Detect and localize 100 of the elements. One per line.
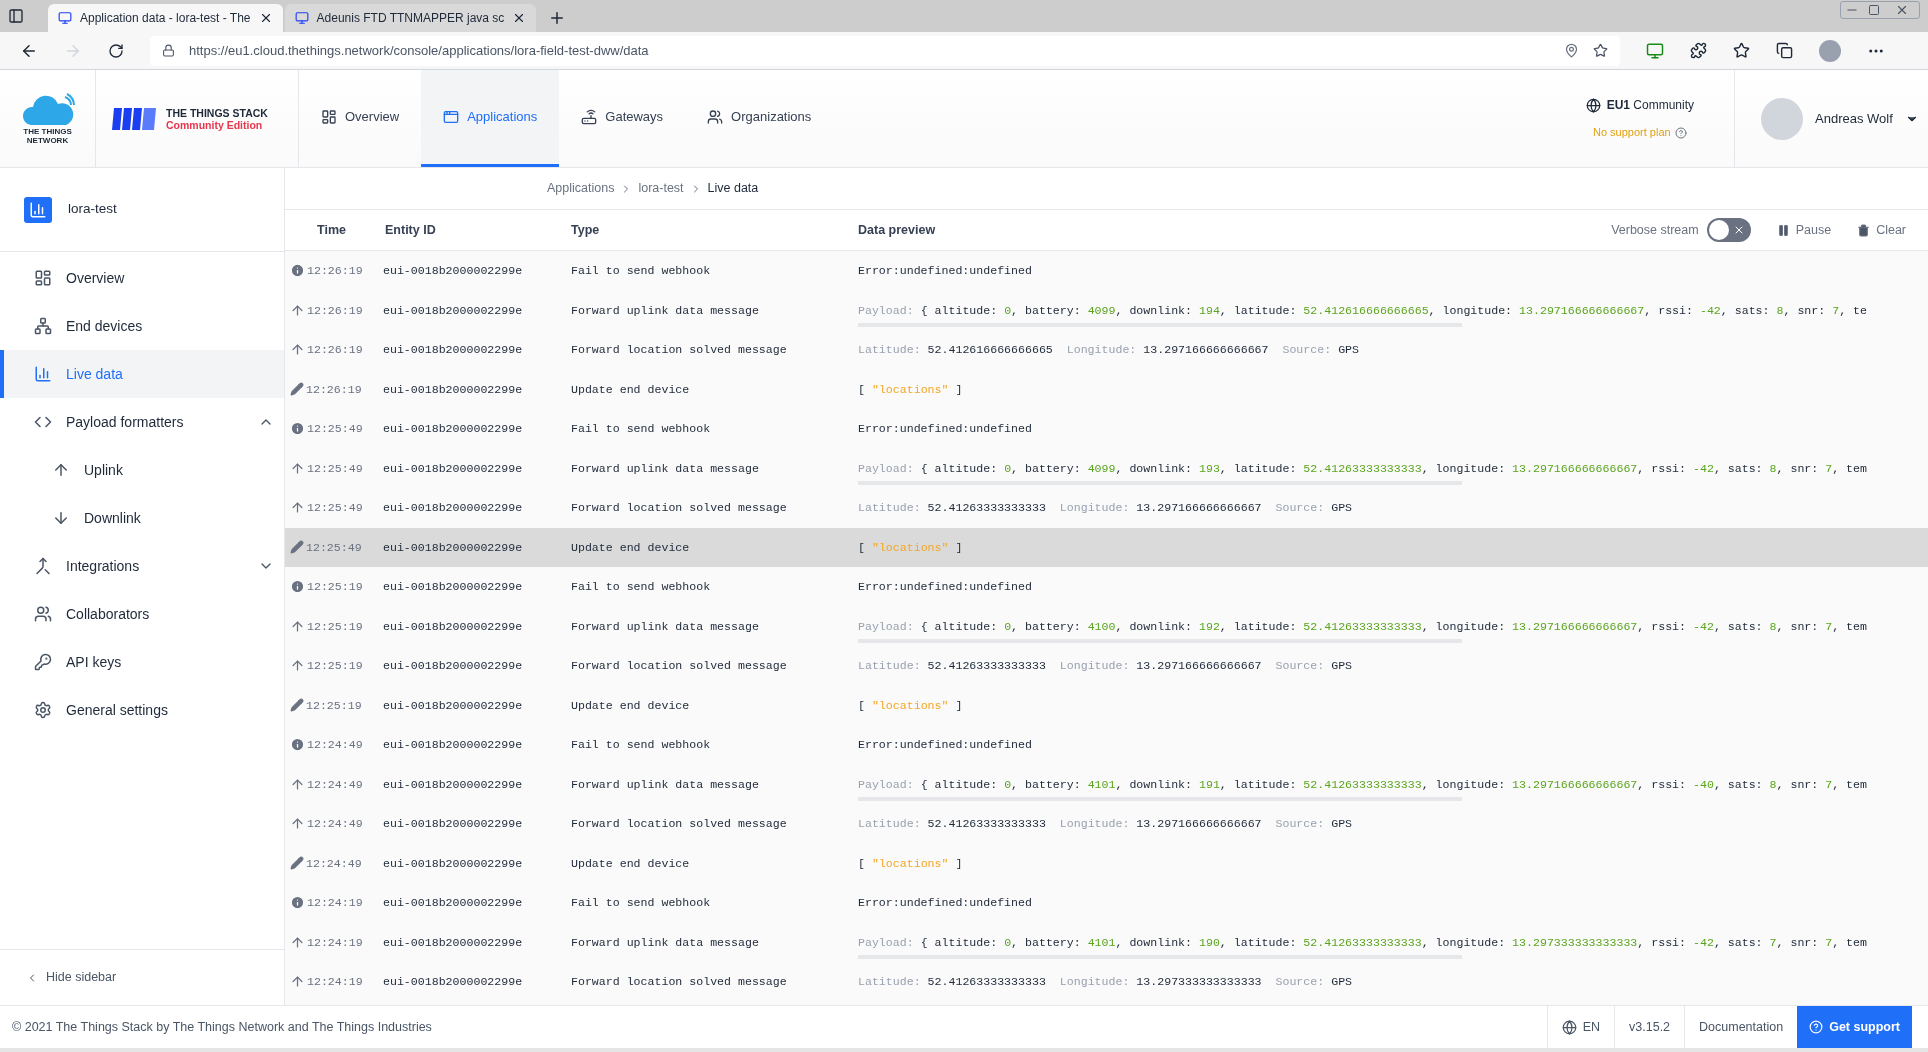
sidebar-item[interactable]: Overview <box>0 254 284 302</box>
time-cell-text: 12:24:19 <box>307 934 363 951</box>
type-cell-text: Forward uplink data message <box>571 302 760 319</box>
address-bar[interactable]: https://eu1.cloud.thethings.network/console/applications/lora-field-test-dww/data <box>150 35 1620 66</box>
clear-button[interactable]: Clear <box>1857 220 1906 240</box>
payload-preview: Payload: { altitude: 0, battery: 4100, downlink: 192, latitude: 52.41263333333333, longitude: 13.297166666666667, rssi: -42, sats: 8, snr: 7, tem <box>858 618 1868 635</box>
entity-cell-text: eui-0018b2000002299e <box>382 302 524 319</box>
entity-cell-text: eui-0018b2000002299e <box>382 737 524 754</box>
entity-cell-text: eui-0018b2000002299e <box>382 460 524 477</box>
sidebar-item[interactable]: Downlink <box>0 494 284 542</box>
collections-icon[interactable] <box>1776 42 1793 59</box>
sidebar-item[interactable]: Live data <box>0 350 284 398</box>
item-icon <box>34 653 52 671</box>
time-cell-text: 12:26:19 <box>307 342 363 359</box>
type-cell-text: Forward uplink data message <box>571 776 760 793</box>
item-icon <box>34 365 52 383</box>
extensions-icon[interactable] <box>1690 42 1707 59</box>
globe-icon <box>1561 1019 1577 1035</box>
payload-preview: Payload: { altitude: 0, battery: 4099, downlink: 194, latitude: 52.412616666666665, longitude: 13.297166666666667, rssi: -42, sats: 8, snr: 7, te <box>858 302 1868 319</box>
entity-cell-text: eui-0018b2000002299e <box>382 816 524 833</box>
nav-icon <box>581 109 598 125</box>
help-icon[interactable] <box>1674 126 1687 139</box>
time-cell-text: 12:24:49 <box>307 816 363 833</box>
entity-cell-text: eui-0018b2000002299e <box>382 500 524 517</box>
breadcrumb-item[interactable]: lora-test <box>638 179 684 198</box>
type-cell-text: Fail to send webhook <box>571 895 712 912</box>
app-name: lora-test <box>68 200 117 219</box>
reload-icon[interactable] <box>108 42 124 59</box>
tab-title: Adeunis FTD TTNMAPPER java sc <box>316 10 505 27</box>
trash-icon <box>1857 223 1871 237</box>
time-cell-text: 12:24:49 <box>307 737 363 754</box>
pause-button[interactable]: Pause <box>1776 220 1832 240</box>
browser-tab[interactable]: Adeunis FTD TTNMAPPER java sc <box>284 4 537 32</box>
sidebar-item[interactable]: Integrations <box>0 542 284 590</box>
type-cell-text: Forward uplink data message <box>571 934 760 951</box>
favorite-icon[interactable] <box>1593 43 1608 58</box>
sidebar-item[interactable]: Uplink <box>0 446 284 494</box>
time-cell-text: 12:26:19 <box>307 263 363 280</box>
data-preview: Error:undefined:undefined <box>858 580 1032 594</box>
nav-tab[interactable]: Overview <box>299 70 422 167</box>
verbose-toggle[interactable] <box>1706 218 1751 242</box>
entity-cell-text: eui-0018b2000002299e <box>382 658 524 675</box>
payload-preview: Payload: { altitude: 0, battery: 4099, downlink: 193, latitude: 52.41263333333333, longitude: 13.297166666666667, rssi: -42, sats: 8, snr: 7, tem <box>858 460 1868 477</box>
globe-icon <box>1585 97 1601 113</box>
column-header: Entity ID <box>384 221 437 239</box>
type-cell-text: Forward location solved message <box>571 658 788 675</box>
item-icon <box>34 317 52 335</box>
type-cell-text: Forward uplink data message <box>571 460 760 477</box>
logo-text: THE THINGS <box>23 126 72 136</box>
nav-tab[interactable]: Gateways <box>559 70 686 167</box>
data-preview: Error:undefined:undefined <box>858 422 1032 436</box>
entity-cell-text: eui-0018b2000002299e <box>382 697 524 714</box>
data-preview: [ "locations" ] <box>858 382 963 396</box>
type-cell-text: Forward location solved message <box>571 816 788 833</box>
item-icon <box>34 269 52 287</box>
tab-actions-icon[interactable] <box>8 8 24 24</box>
item-icon <box>34 605 52 623</box>
pencil-icon <box>290 540 304 555</box>
favorites-icon[interactable] <box>1733 42 1750 59</box>
logo-text: NETWORK <box>26 135 69 145</box>
lock-icon <box>162 44 175 57</box>
time-cell-text: 12:26:19 <box>306 381 362 398</box>
get-support-button[interactable]: Get support <box>1797 1006 1912 1048</box>
entity-cell-text: eui-0018b2000002299e <box>382 776 524 793</box>
nav-tab[interactable]: Applications <box>421 70 560 167</box>
breadcrumb-item[interactable]: Applications <box>547 179 615 198</box>
verbose-stream-label: Verbose stream <box>1611 221 1699 239</box>
data-preview: [ "locations" ] <box>858 698 963 712</box>
entity-cell-text: eui-0018b2000002299e <box>382 934 524 951</box>
cloud-logo-icon <box>20 92 75 127</box>
sidebar-item[interactable]: Payload formatters <box>0 398 284 446</box>
nav-icon <box>443 109 460 125</box>
time-cell-text: 12:26:19 <box>307 302 363 319</box>
time-cell-text: 12:25:19 <box>307 618 363 635</box>
sidebar-item[interactable]: General settings <box>0 686 284 734</box>
entity-cell-text: eui-0018b2000002299e <box>382 974 524 991</box>
location-preview: Latitude: 52.412616666666665 Longitude: 13.297166666666667 Source: GPS <box>858 343 1359 357</box>
nav-icon <box>707 109 724 125</box>
data-preview: Error:undefined:undefined <box>858 896 1032 910</box>
sidebar-item[interactable]: End devices <box>0 302 284 350</box>
pencil-icon <box>290 698 304 713</box>
data-preview: Error:undefined:undefined <box>858 738 1032 752</box>
type-cell-text: Forward location solved message <box>571 974 788 991</box>
time-cell-text: 12:25:49 <box>307 421 363 438</box>
nav-tab[interactable]: Organizations <box>685 70 834 167</box>
log-row[interactable]: 12:25:49 eui-0018b2000002299e Update end device [ "locations" ] <box>285 527 1928 567</box>
browser-tab[interactable]: Application data - lora-test - The <box>48 4 283 32</box>
extension-icon[interactable] <box>1646 41 1664 60</box>
type-cell-text: Fail to send webhook <box>571 737 712 754</box>
entity-cell-text: eui-0018b2000002299e <box>382 263 524 280</box>
time-cell-text: 12:24:49 <box>306 855 362 872</box>
location-icon[interactable] <box>1564 43 1579 58</box>
entity-cell-text: eui-0018b2000002299e <box>382 342 524 359</box>
data-preview: [ "locations" ] <box>858 856 963 870</box>
type-cell-text: Update end device <box>571 855 691 872</box>
sidebar-item[interactable]: Collaborators <box>0 590 284 638</box>
sidebar-item[interactable]: API keys <box>0 638 284 686</box>
type-cell-text: Fail to send webhook <box>571 263 712 280</box>
user-name[interactable]: Andreas Wolf <box>1815 108 1893 129</box>
payload-preview: Payload: { altitude: 0, battery: 4101, downlink: 190, latitude: 52.41263333333333, longitude: 13.297333333333333, rssi: -42, sats: 7, snr: 7, tem <box>858 934 1868 951</box>
